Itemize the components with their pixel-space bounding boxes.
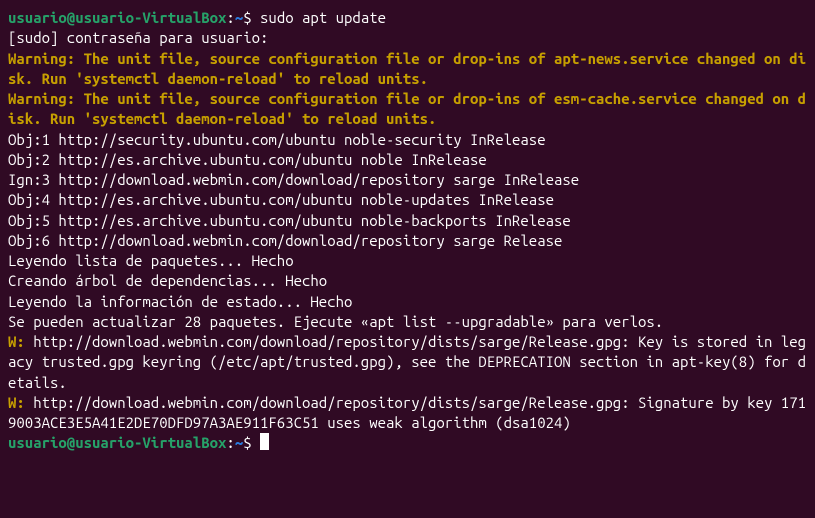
warning-apt-news: Warning: The unit file, source configura… [8,49,807,90]
warning-prefix: W: [8,333,33,350]
building-dependency-tree: Creando árbol de dependencias... Hecho [8,271,807,291]
warning-esm-cache: Warning: The unit file, source configura… [8,89,807,130]
apt-warning-legacy-key: W: http://download.webmin.com/download/r… [8,332,807,393]
cursor [260,433,269,450]
repo-line: Obj:2 http://es.archive.ubuntu.com/ubunt… [8,150,807,170]
warning-text: http://download.webmin.com/download/repo… [8,394,806,431]
cwd-path: ~ [235,434,243,451]
prompt-line-2[interactable]: usuario@usuario-VirtualBox:~$ [8,433,807,453]
repo-line: Obj:4 http://es.archive.ubuntu.com/ubunt… [8,190,807,210]
terminal-output[interactable]: usuario@usuario-VirtualBox:~$ sudo apt u… [8,8,807,454]
warning-text: http://download.webmin.com/download/repo… [8,333,806,391]
typed-command: sudo apt update [260,9,386,26]
repo-line: Obj:6 http://download.webmin.com/downloa… [8,231,807,251]
sudo-password-prompt: [sudo] contraseña para usuario: [8,28,807,48]
colon: : [226,9,234,26]
prompt-dollar: $ [243,9,260,26]
repo-line: Ign:3 http://download.webmin.com/downloa… [8,170,807,190]
warning-prefix: W: [8,394,33,411]
prompt-line-1: usuario@usuario-VirtualBox:~$ sudo apt u… [8,8,807,28]
user-host: usuario@usuario-VirtualBox [8,9,226,26]
user-host: usuario@usuario-VirtualBox [8,434,226,451]
reading-state-info: Leyendo la información de estado... Hech… [8,292,807,312]
apt-warning-weak-algorithm: W: http://download.webmin.com/download/r… [8,393,807,434]
reading-packages: Leyendo lista de paquetes... Hecho [8,251,807,271]
cwd-path: ~ [235,9,243,26]
repo-line: Obj:1 http://security.ubuntu.com/ubuntu … [8,130,807,150]
colon: : [226,434,234,451]
repo-line: Obj:5 http://es.archive.ubuntu.com/ubunt… [8,211,807,231]
prompt-dollar: $ [243,434,260,451]
upgradable-summary: Se pueden actualizar 28 paquetes. Ejecut… [8,312,807,332]
